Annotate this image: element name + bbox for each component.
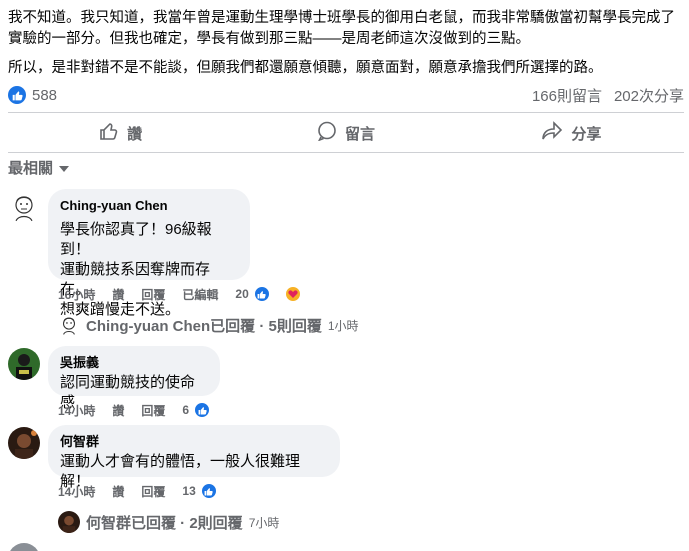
comment-button-label: 留言 [344,125,375,143]
replies-time: 1小時 [327,318,359,333]
like-count[interactable]: 588 [32,87,57,104]
like-button-label: 讚 [127,125,143,143]
comment-author[interactable]: 何智群 [60,433,328,450]
like-reaction-icon[interactable] [8,86,26,104]
share-arrow-icon [541,121,563,145]
post-stats: 588 166則留言 202次分享 [8,83,684,107]
divider [8,152,684,153]
reaction-count: 20 [235,287,249,301]
post-paragraph: 所以，是非對錯不是不能談，但願我們都還願意傾聽，願意面對，願意承擔我們所選擇的路… [8,60,603,76]
reaction-count: 13 [182,484,196,498]
comment-meta: 14小時 讚 回覆 6 [58,401,228,419]
comment-time[interactable]: 14小時 [58,483,95,500]
share-button[interactable]: 分享 [459,116,684,150]
comment-meta: 14小時 讚 回覆 13 [58,482,235,500]
comment-time[interactable]: 14小時 [58,402,95,419]
care-reaction-icon [283,285,302,303]
reaction-count: 6 [182,403,190,417]
post-paragraph: 我不知道。我只知道，我當年曾是運動生理學博士班學長的御用白老鼠，而我非常驕傲當初… [8,10,675,47]
speech-bubble-icon [317,121,337,145]
post-action-bar: 讚 留言 分享 [8,116,684,150]
share-count[interactable]: 202次分享 [614,85,684,106]
comment-author[interactable]: 吳振義 [60,354,208,371]
comment-meta: 16小時 讚 回覆 已編輯 20 [58,285,319,303]
avatar [58,314,80,336]
like-reaction-icon [199,482,218,500]
avatar [58,511,80,533]
comment-button[interactable]: 留言 [233,116,458,150]
replies-label: 何智群已回覆 · 2則回覆 [86,514,243,532]
like-reaction-icon [252,285,271,303]
avatar[interactable] [8,427,40,459]
comment-reactions[interactable]: 20 [235,285,318,303]
comment-reactions[interactable]: 6 [182,401,228,419]
avatar[interactable] [8,543,40,551]
avatar[interactable] [8,348,40,380]
comment-bubble: 何智群 運動人才會有的體悟，一般人很難理解！ [48,425,340,490]
comment-bubble: Ching-yuan Chen 學長你認真了！96級報到！ 運動競技系因奪牌而存… [48,189,250,318]
replies-time: 7小時 [248,515,280,530]
replies-label: Ching-yuan Chen已回覆 · 5則回覆 [86,317,322,335]
view-replies-link[interactable]: Ching-yuan Chen已回覆 · 5則回覆 1小時 [58,314,359,336]
sort-label: 最相關 [8,160,54,177]
comment-like-button[interactable]: 讚 [112,402,124,419]
comment-count[interactable]: 166則留言 [532,85,602,106]
comment-reply-button[interactable]: 回覆 [141,286,165,303]
avatar[interactable] [8,191,40,223]
caret-down-icon [59,159,70,176]
comment-bubble: 吳振義 認同運動競技的使命感 [48,346,220,411]
comment-reply-button[interactable]: 回覆 [141,483,165,500]
thumbs-up-icon [99,121,119,145]
post-body: 我不知道。我只知道，我當年曾是運動生理學博士班學長的御用白老鼠，而我非常驕傲當初… [8,8,688,87]
like-reaction-icon [193,401,212,419]
comment-reactions[interactable]: 13 [182,482,234,500]
divider [8,112,684,113]
comment-like-button[interactable]: 讚 [112,483,124,500]
view-replies-link[interactable]: 何智群已回覆 · 2則回覆 7小時 [58,511,279,533]
comment-time[interactable]: 16小時 [58,286,95,303]
share-button-label: 分享 [571,125,602,143]
comment-text-line: 學長你認真了！96級報到！ [60,221,212,258]
comment-reply-button[interactable]: 回覆 [141,402,165,419]
comment-sort-dropdown[interactable]: 最相關 [8,157,70,178]
edited-label[interactable]: 已編輯 [182,286,218,303]
like-button[interactable]: 讚 [8,116,233,150]
comment-author[interactable]: Ching-yuan Chen [60,197,238,214]
comment-like-button[interactable]: 讚 [112,286,124,303]
